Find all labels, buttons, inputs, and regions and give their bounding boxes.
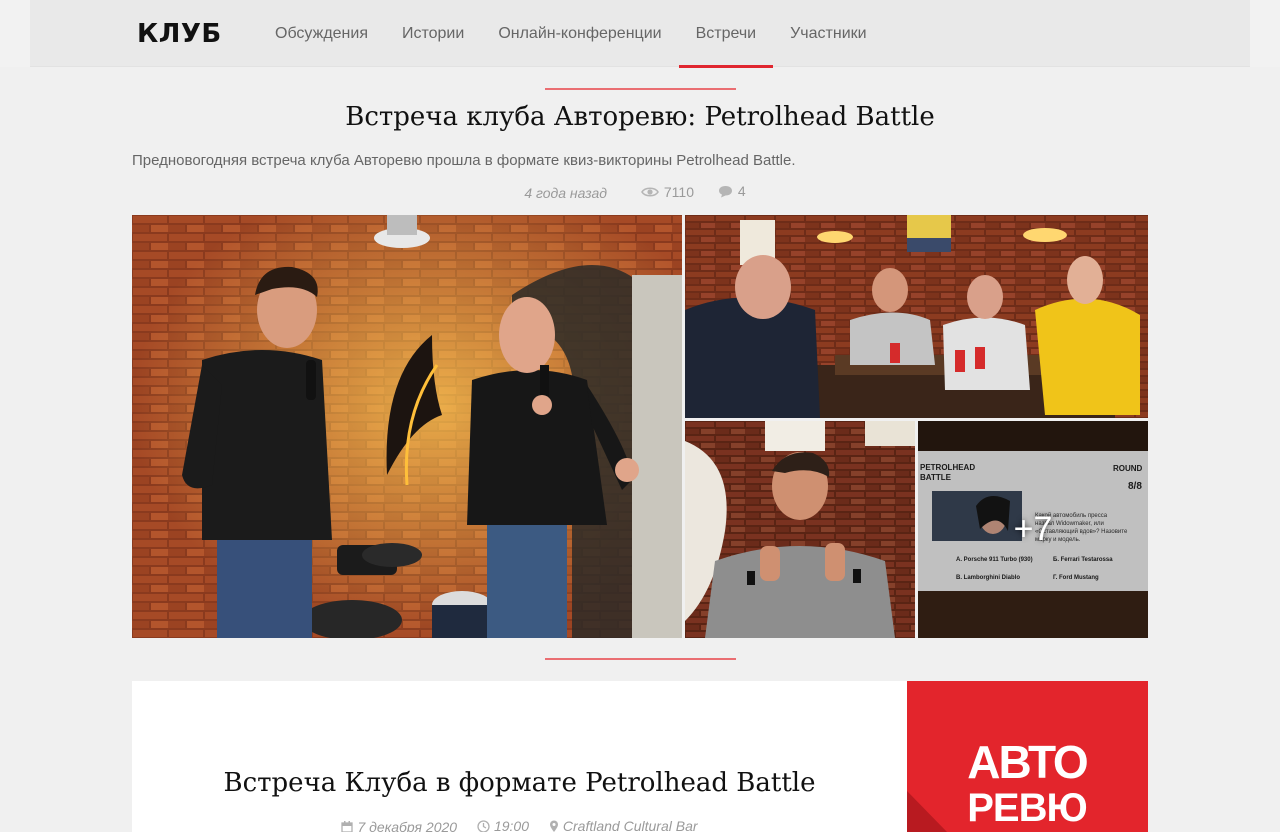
- more-photos-badge[interactable]: +7: [918, 421, 1148, 638]
- main-nav: Обсуждения Истории Онлайн-конференции Вс…: [258, 0, 884, 68]
- calendar-icon: [341, 820, 354, 832]
- post-description: Предновогодняя встреча клуба Авторевю пр…: [132, 152, 796, 169]
- views-stat: 7110: [640, 183, 694, 200]
- nav-item-members[interactable]: Участники: [773, 0, 883, 67]
- divider: [545, 88, 736, 90]
- brand-line2: РЕВЮ: [967, 786, 1087, 830]
- event-place-text: Craftland Cultural Bar: [562, 818, 698, 832]
- divider: [545, 658, 736, 660]
- autoreview-brand-logo: АВТО РЕВЮ: [907, 681, 1148, 832]
- top-navigation-bar: КЛУБ Обсуждения Истории Онлайн-конференц…: [0, 0, 1280, 68]
- nav-item-stories[interactable]: Истории: [385, 0, 481, 67]
- comments-count: 4: [737, 183, 746, 199]
- event-place: Craftland Cultural Bar: [549, 818, 698, 832]
- location-pin-icon: [549, 820, 558, 832]
- views-count: 7110: [663, 183, 694, 200]
- event-card[interactable]: Встреча Клуба в формате Petrolhead Battl…: [132, 681, 1148, 832]
- event-title[interactable]: Встреча Клуба в формате Petrolhead Battl…: [132, 768, 907, 798]
- comment-icon: [718, 185, 732, 197]
- event-meta: 7 декабря 2020 19:00 Craftland Cultural …: [132, 818, 907, 832]
- post-age: 4 года назад: [524, 184, 607, 201]
- nav-item-discussions[interactable]: Обсуждения: [258, 0, 385, 67]
- event-date: 7 декабря 2020: [341, 819, 457, 832]
- post-meta: 4 года назад 7110 4: [0, 183, 1280, 201]
- gallery-photo-thumbs-up[interactable]: [685, 421, 915, 638]
- event-time-text: 19:00: [493, 818, 530, 832]
- event-date-text: 7 декабря 2020: [357, 818, 458, 832]
- event-time: 19:00: [477, 818, 529, 832]
- nav-item-online-conferences[interactable]: Онлайн-конференции: [481, 0, 678, 67]
- gallery-photo-table-group[interactable]: [685, 215, 1148, 418]
- gallery-photo-speakers[interactable]: [132, 215, 682, 638]
- eye-icon: [640, 186, 659, 197]
- clock-icon: [477, 819, 490, 832]
- comments-stat[interactable]: 4: [718, 183, 746, 199]
- brand-line1: АВТО: [967, 736, 1087, 788]
- photo-gallery: PETROLHEAD BATTLE ROUND 8/8 Какой автомо…: [132, 215, 1148, 638]
- nav-item-meetings[interactable]: Встречи: [678, 0, 774, 68]
- gallery-photo-quiz-screen[interactable]: PETROLHEAD BATTLE ROUND 8/8 Какой автомо…: [918, 421, 1148, 638]
- post-title: Встреча клуба Авторевю: Petrolhead Battl…: [345, 102, 935, 132]
- site-logo[interactable]: КЛУБ: [137, 19, 222, 49]
